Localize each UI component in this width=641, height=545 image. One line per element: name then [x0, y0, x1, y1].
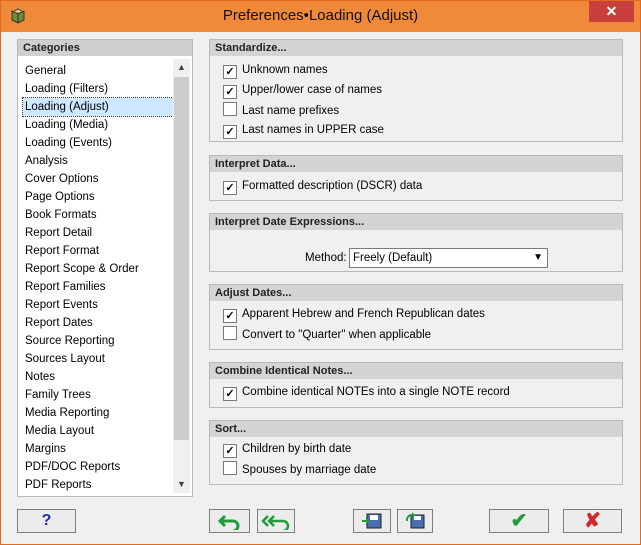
- interpret-data-header: Interpret Data...: [210, 156, 622, 172]
- checkbox-option[interactable]: ✓ Formatted description (DSCR) data: [223, 178, 423, 195]
- help-button[interactable]: ?: [17, 509, 76, 533]
- combine-notes-group: Combine Identical Notes... ✓ Combine iden…: [209, 362, 623, 408]
- category-item[interactable]: Notes: [23, 368, 173, 386]
- load-button[interactable]: [397, 509, 433, 533]
- checkbox-label: Last names in UPPER case: [242, 124, 384, 136]
- window-title: Preferences•Loading (Adjust): [222, 7, 419, 24]
- method-label: Method:: [305, 252, 347, 264]
- sort-group: Sort... ✓ Children by birth date Spouses b…: [209, 420, 623, 485]
- checkbox-option[interactable]: ✓ Last names in UPPER case: [223, 122, 384, 139]
- category-item[interactable]: Source Reporting: [23, 332, 173, 350]
- checkbox-unchecked-icon[interactable]: [223, 102, 237, 116]
- preferences-window: Preferences•Loading (Adjust) ✕ Categorie…: [0, 0, 641, 545]
- interpret-dates-group: Interpret Date Expressions... Method: Fr…: [209, 213, 623, 272]
- checkbox-label: Spouses by marriage date: [242, 464, 377, 476]
- category-item[interactable]: Media Layout: [23, 422, 173, 440]
- category-item[interactable]: Media Reporting: [23, 404, 173, 422]
- checkbox-option[interactable]: ✓ Apparent Hebrew and French Republican d…: [223, 306, 485, 323]
- sort-header: Sort...: [210, 421, 622, 437]
- category-item[interactable]: Report Events: [23, 296, 173, 314]
- adjust-dates-group: Adjust Dates... ✓ Apparent Hebrew and Fre…: [209, 284, 623, 350]
- checkbox-checked-icon[interactable]: ✓: [223, 85, 237, 99]
- categories-header: Categories: [18, 40, 192, 56]
- category-item[interactable]: Analysis: [23, 152, 173, 170]
- category-item[interactable]: Report Scope & Order: [23, 260, 173, 278]
- checkbox-label: Convert to "Quarter" when applicable: [242, 329, 432, 341]
- scroll-up-icon[interactable]: ▲: [173, 59, 190, 76]
- category-item[interactable]: Report Families: [23, 278, 173, 296]
- checkbox-label: Unknown names: [242, 64, 328, 76]
- category-item[interactable]: Loading (Filters): [23, 80, 173, 98]
- checkbox-option[interactable]: ✓ Unknown names: [223, 62, 328, 79]
- checkbox-label: Formatted description (DSCR) data: [242, 180, 423, 192]
- checkbox-label: Apparent Hebrew and French Republican da…: [242, 308, 485, 320]
- checkbox-label: Children by birth date: [242, 443, 352, 455]
- checkbox-checked-icon[interactable]: ✓: [223, 387, 237, 401]
- category-item[interactable]: Loading (Adjust): [22, 97, 174, 117]
- method-select[interactable]: Freely (Default) ▼: [349, 248, 548, 268]
- ok-button[interactable]: ✔: [489, 509, 549, 533]
- category-item[interactable]: Loading (Events): [23, 134, 173, 152]
- checkbox-option[interactable]: Convert to "Quarter" when applicable: [223, 326, 431, 342]
- category-item[interactable]: Loading (Media): [23, 116, 173, 134]
- checkbox-label: Last name prefixes: [242, 105, 340, 117]
- undo-all-icon: [261, 515, 290, 533]
- method-select-value: Freely (Default): [353, 252, 433, 264]
- category-item[interactable]: Margins: [23, 440, 173, 458]
- category-item[interactable]: Report Detail: [23, 224, 173, 242]
- category-item[interactable]: Book Formats: [23, 206, 173, 224]
- category-item[interactable]: PDF/DOC Reports: [23, 458, 173, 476]
- category-item[interactable]: Sources Layout: [23, 350, 173, 368]
- close-button[interactable]: ✕: [589, 1, 634, 22]
- checkbox-checked-icon[interactable]: ✓: [223, 65, 237, 79]
- checkbox-option[interactable]: ✓ Combine identical NOTEs into a single N…: [223, 384, 510, 401]
- scroll-thumb[interactable]: [174, 77, 189, 440]
- checkbox-checked-icon[interactable]: ✓: [223, 444, 237, 458]
- floppy-disk-icon: [362, 513, 382, 529]
- interpret-data-group: Interpret Data... ✓ Formatted description…: [209, 155, 623, 201]
- scroll-down-icon[interactable]: ▼: [173, 476, 190, 493]
- category-item[interactable]: Cover Options: [23, 170, 173, 188]
- category-item[interactable]: Report Dates: [23, 314, 173, 332]
- category-item[interactable]: Page Options: [23, 188, 173, 206]
- category-item[interactable]: Family Trees: [23, 386, 173, 404]
- checkbox-option[interactable]: Last name prefixes: [223, 102, 339, 118]
- undo-all-button[interactable]: [257, 509, 295, 533]
- adjust-dates-header: Adjust Dates...: [210, 285, 622, 301]
- category-item[interactable]: Report Format: [23, 242, 173, 260]
- checkbox-label: Upper/lower case of names: [242, 84, 382, 96]
- standardize-header: Standardize...: [210, 40, 622, 56]
- cancel-button[interactable]: ✘: [563, 509, 622, 533]
- category-item[interactable]: General: [23, 62, 173, 80]
- categories-list: General Loading (Filters) Loading (Adjust)…: [22, 62, 174, 494]
- chevron-down-icon: ▼: [533, 252, 543, 263]
- checkbox-option[interactable]: ✓ Children by birth date: [223, 441, 352, 458]
- interpret-dates-header: Interpret Date Expressions...: [210, 214, 622, 230]
- categories-scrollbar[interactable]: ▲ ▼: [173, 59, 190, 493]
- undo-icon: [217, 514, 239, 533]
- checkbox-unchecked-icon[interactable]: [223, 326, 237, 340]
- checkbox-checked-icon[interactable]: ✓: [223, 125, 237, 139]
- checkbox-checked-icon[interactable]: ✓: [223, 309, 237, 323]
- categories-panel: Categories General Loading (Filters) Loadi…: [17, 39, 193, 497]
- checkbox-checked-icon[interactable]: ✓: [223, 181, 237, 195]
- title-bar[interactable]: Preferences•Loading (Adjust) ✕: [1, 1, 640, 32]
- load-disk-icon: [405, 512, 425, 529]
- checkbox-unchecked-icon[interactable]: [223, 461, 237, 475]
- combine-notes-header: Combine Identical Notes...: [210, 363, 622, 379]
- category-item[interactable]: PDF Reports: [23, 476, 173, 494]
- checkbox-option[interactable]: Spouses by marriage date: [223, 461, 376, 477]
- undo-button[interactable]: [209, 509, 250, 533]
- standardize-group: Standardize... ✓ Unknown names ✓ Upper/lowe…: [209, 39, 623, 142]
- save-button[interactable]: [353, 509, 391, 533]
- checkbox-option[interactable]: ✓ Upper/lower case of names: [223, 82, 382, 99]
- checkbox-label: Combine identical NOTEs into a single NO…: [242, 386, 510, 398]
